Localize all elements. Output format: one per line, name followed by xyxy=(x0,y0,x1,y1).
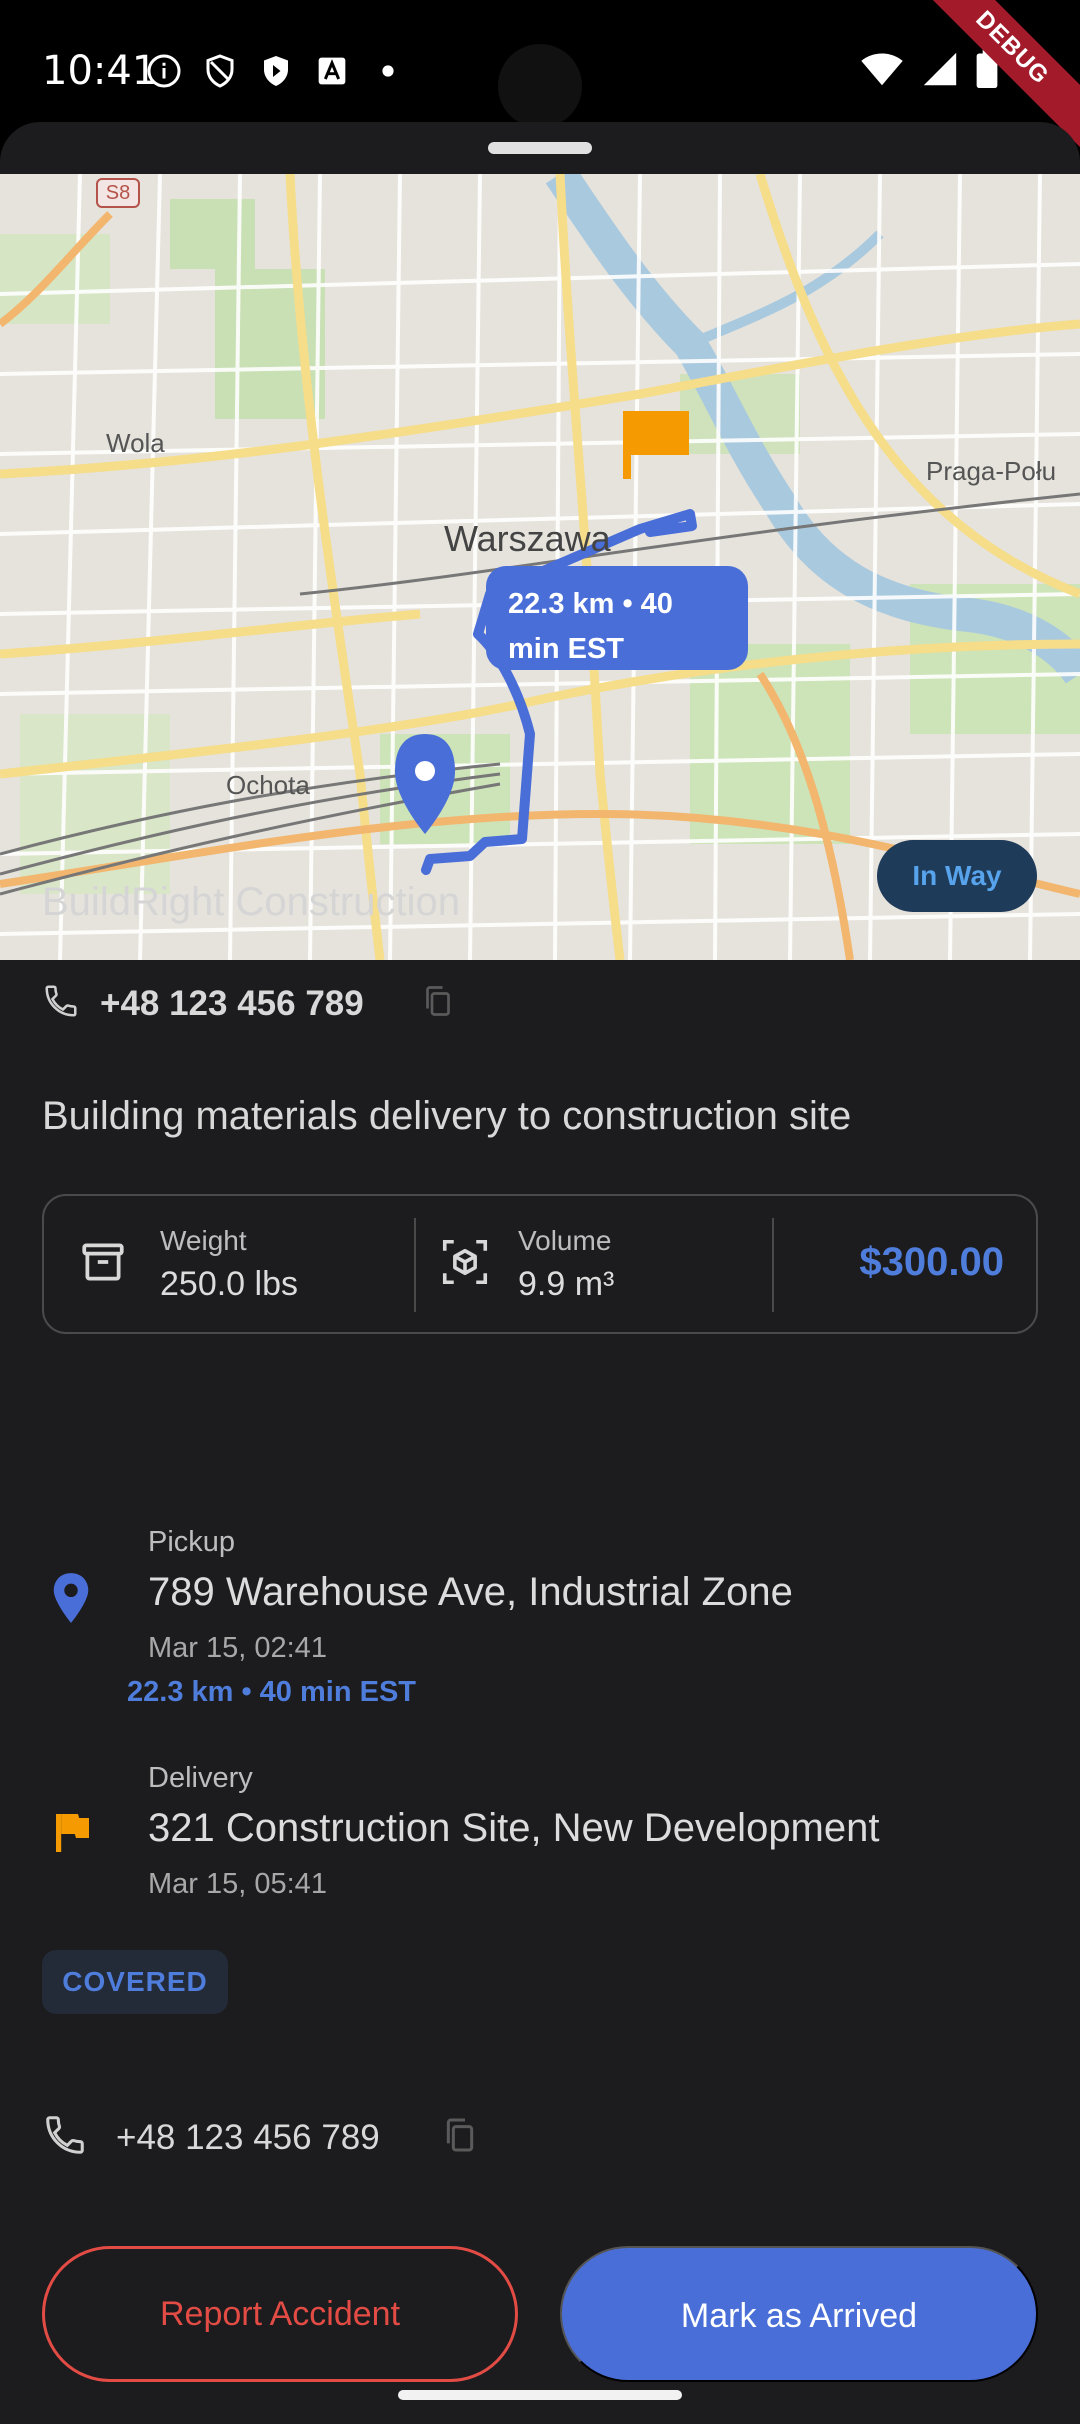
copy-icon[interactable] xyxy=(420,983,456,1024)
play-protect-icon xyxy=(257,52,295,90)
status-icons-left xyxy=(145,52,407,90)
signal-icon xyxy=(922,51,958,92)
order-status-badge: In Way xyxy=(877,840,1037,912)
covered-tag: COVERED xyxy=(42,1950,228,2014)
status-time: 10:41 xyxy=(42,48,158,94)
order-price: $300.00 xyxy=(859,1240,1004,1284)
mark-arrived-button[interactable]: Mark as Arrived xyxy=(560,2246,1038,2382)
pickup-label: Pickup xyxy=(148,1526,236,1558)
a-icon xyxy=(313,52,351,90)
map-label-wola: Wola xyxy=(106,428,165,458)
map-label-praga: Praga-Połu xyxy=(926,456,1057,486)
route-bubble-line1: 22.3 km • 40 xyxy=(508,588,673,620)
delivery-label: Delivery xyxy=(148,1762,253,1794)
route-bubble-line2: min EST xyxy=(508,633,625,665)
weight-cell: Weight 250.0 lbs xyxy=(78,1196,298,1332)
card-divider xyxy=(772,1218,774,1312)
volume-label: Volume xyxy=(518,1224,612,1256)
phone-icon xyxy=(42,982,80,1025)
report-accident-button[interactable]: Report Accident xyxy=(42,2246,518,2382)
cargo-info-card: Weight 250.0 lbs Volume 9.9 m³ $300.00 xyxy=(42,1194,1038,1334)
delivery-location[interactable]: Delivery 321 Construction Site, New Deve… xyxy=(0,1762,1080,1912)
route-info-bubble: 22.3 km • 40 min EST xyxy=(486,566,748,670)
delivery-time: Mar 15, 05:41 xyxy=(148,1868,327,1900)
road-badge-s8: S8 xyxy=(96,178,140,208)
wifi-icon xyxy=(860,51,904,92)
park-area xyxy=(170,199,255,269)
info-icon xyxy=(145,52,183,90)
phone-number[interactable]: +48 123 456 789 xyxy=(100,984,364,1024)
home-indicator[interactable] xyxy=(398,2390,682,2400)
contact-phone-number[interactable]: +48 123 456 789 xyxy=(116,2118,380,2158)
pickup-time: Mar 15, 02:41 xyxy=(148,1632,327,1664)
map-label-warszawa: Warszawa xyxy=(444,518,611,559)
map-label-ochota: Ochota xyxy=(226,770,310,800)
card-divider xyxy=(414,1218,416,1312)
flag-icon xyxy=(48,1808,96,1861)
volume-value: 9.9 m³ xyxy=(518,1264,615,1303)
weight-value: 250.0 lbs xyxy=(160,1264,298,1303)
pickup-address: 789 Warehouse Ave, Industrial Zone xyxy=(148,1570,793,1614)
shield-icon xyxy=(201,52,239,90)
contact-phone-row: +48 123 456 789 xyxy=(42,2112,480,2163)
dot-icon xyxy=(369,52,407,90)
status-bar: 10:41 DEBUG xyxy=(0,0,1080,156)
status-icons-right xyxy=(860,50,998,93)
pickup-route-info: 22.3 km • 40 min EST xyxy=(127,1676,417,1708)
order-description: Building materials delivery to construct… xyxy=(42,1094,852,1138)
company-name: BuildRight Construction xyxy=(42,880,460,924)
copy-icon[interactable] xyxy=(440,2115,480,2160)
location-pin-icon xyxy=(48,1570,94,1631)
phone-icon xyxy=(42,2112,88,2163)
sheet-drag-handle[interactable] xyxy=(488,142,592,154)
volume-cell: Volume 9.9 m³ xyxy=(438,1196,614,1332)
pickup-location[interactable]: Pickup 789 Warehouse Ave, Industrial Zon… xyxy=(0,1526,1080,1716)
cube-icon xyxy=(438,1235,492,1294)
camera-cutout xyxy=(498,44,582,128)
delivery-address: 321 Construction Site, New Development xyxy=(148,1806,880,1850)
box-archive-icon xyxy=(78,1237,128,1292)
weight-label: Weight xyxy=(160,1224,247,1256)
phone-row: +48 123 456 789 xyxy=(42,982,456,1025)
